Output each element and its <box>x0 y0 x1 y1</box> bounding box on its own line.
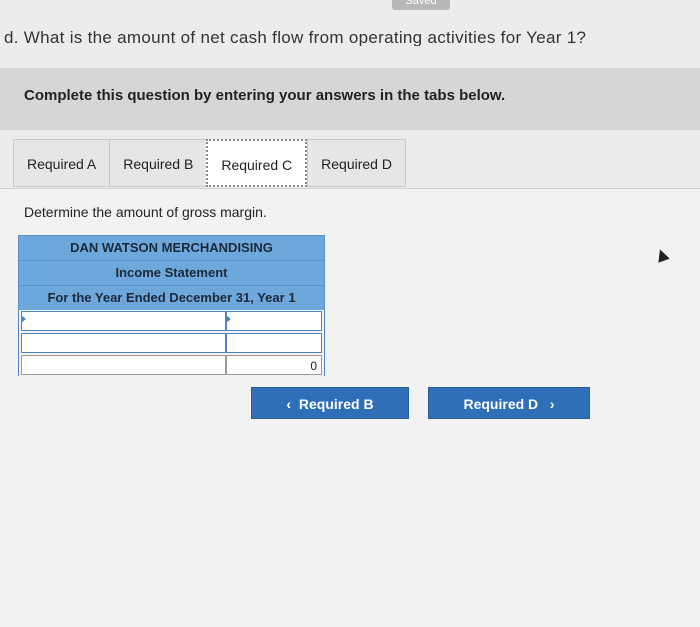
prev-required-button[interactable]: ‹ Required B <box>251 387 409 419</box>
tab-required-c[interactable]: Required C <box>206 139 308 187</box>
saved-badge: Saved <box>392 0 450 10</box>
total-value: 0 <box>226 355 322 375</box>
tab-required-a[interactable]: Required A <box>13 139 110 187</box>
statement-total-row: 0 <box>18 354 325 376</box>
total-label-select[interactable] <box>21 355 226 375</box>
tab-panel: Determine the amount of gross margin. DA… <box>0 188 700 627</box>
tab-required-b[interactable]: Required B <box>109 139 207 187</box>
amount-input[interactable] <box>226 311 322 331</box>
statement-title: Income Statement <box>18 260 325 285</box>
question-prompt: Determine the amount of gross margin. <box>24 204 267 220</box>
previous-question-label: d. What is the amount of net cash flow f… <box>4 28 587 46</box>
statement-row <box>18 310 325 332</box>
next-required-button[interactable]: Required D › <box>428 387 590 419</box>
mouse-cursor-icon <box>654 247 670 263</box>
amount-input[interactable] <box>226 333 322 353</box>
line-item-select[interactable] <box>21 333 226 353</box>
next-button-label: Required D <box>463 396 539 412</box>
tab-bar: Required A Required B Required C Require… <box>13 139 406 189</box>
input-marker-icon <box>226 315 231 323</box>
previous-question-text: d. What is the amount of net cash flow f… <box>0 24 700 46</box>
instruction-text: Complete this question by entering your … <box>24 87 506 104</box>
statement-period: For the Year Ended December 31, Year 1 <box>18 285 325 310</box>
chevron-right-icon: › <box>549 396 555 412</box>
prev-button-label: Required B <box>298 396 374 412</box>
line-item-select[interactable] <box>21 311 226 331</box>
instruction-bar: Complete this question by entering your … <box>0 68 700 130</box>
income-statement: DAN WATSON MERCHANDISING Income Statemen… <box>18 235 325 376</box>
tab-required-d[interactable]: Required D <box>307 139 406 187</box>
statement-row <box>18 332 325 354</box>
dropdown-marker-icon <box>21 315 26 323</box>
chevron-left-icon: ‹ <box>286 396 292 412</box>
company-name: DAN WATSON MERCHANDISING <box>18 235 325 260</box>
